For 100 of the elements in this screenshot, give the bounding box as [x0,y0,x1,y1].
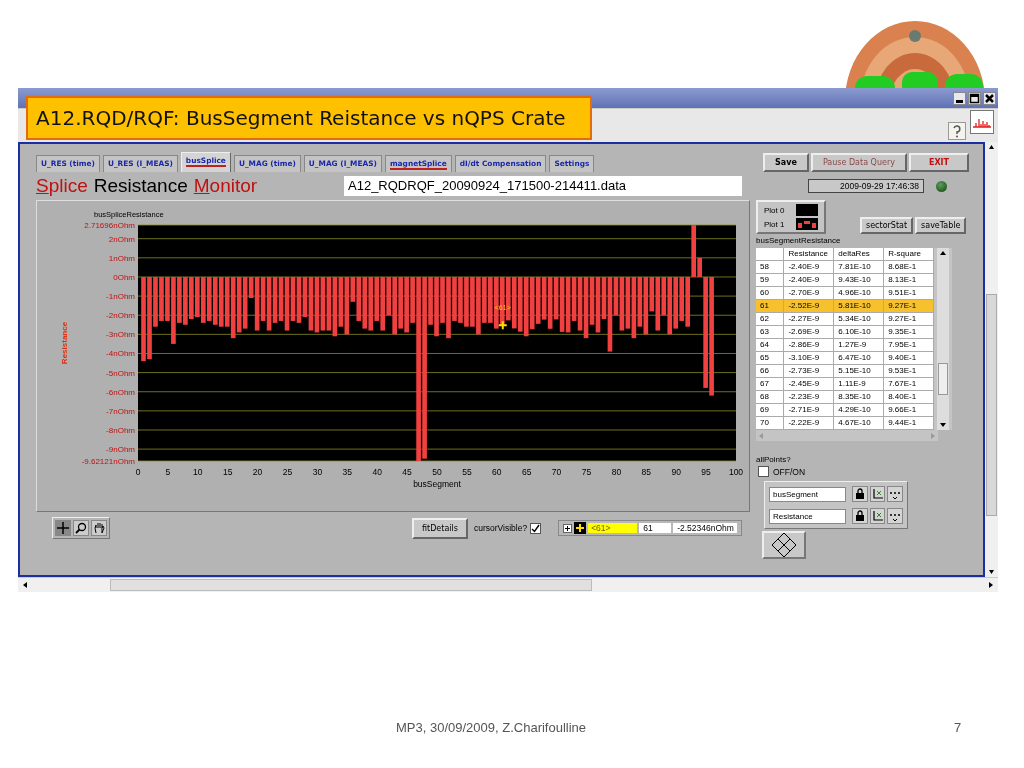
hand-tool[interactable] [91,520,107,536]
help-icon [952,124,962,138]
graph-button[interactable] [970,110,994,134]
table-cell: 7.67E-1 [884,378,934,390]
tick-label: 2.71696nOhm [84,221,135,230]
cursor-y-value: -2.52346nOhm [673,523,738,533]
tick-label: 55 [462,467,472,477]
slide-footer: MP3, 30/09/2009, Z.Charifoulline [396,720,587,735]
table-title: busSegmentResistance [756,236,842,245]
header-cell: deltaRes [834,248,885,260]
tick-label: -7nOhm [106,406,135,416]
table-cell: 9.66E-1 [884,404,934,416]
help-button[interactable] [948,122,966,140]
panel-title: Resistance [93,175,188,197]
crosshair-tool[interactable] [55,520,71,536]
close-icon[interactable] [983,91,996,105]
axis-label: Resistance [60,321,69,365]
tick-label: 70 [551,467,562,477]
table-cell: 62 [756,313,785,325]
format-icon[interactable] [887,486,903,502]
cursor-icon[interactable] [574,522,587,534]
table-cell: 70 [756,417,785,429]
header-cell: Resistance [784,248,835,260]
scroll-thumb[interactable] [938,363,948,395]
fit-details-button[interactable]: fitDetails [412,517,468,539]
minimize-icon[interactable] [953,91,966,105]
tick-label: 65 [521,467,532,477]
tick-label: 10 [193,467,203,477]
axis-scale-icon[interactable] [869,486,886,502]
table-cell: 9.27E-1 [884,313,934,325]
checkbox[interactable] [530,522,542,534]
table-cell: 1.11E-9 [834,378,885,390]
scroll-thumb[interactable] [110,579,592,591]
tick-label: 60 [492,467,502,477]
lock-icon[interactable] [852,508,868,524]
table-button[interactable]: sectorStat [860,217,914,234]
tick-label: -8nOhm [106,426,135,435]
expand-icon[interactable] [563,523,573,533]
table-cell: 4.96E-10 [834,287,885,299]
checkbox[interactable] [758,466,769,477]
table-cell: 69 [756,404,785,416]
table-row[interactable]: 58 -2.40E-9 7.81E-10 8.68E-1 [756,261,934,274]
table-button[interactable]: saveTable [915,217,967,234]
tick-label: -9.62121nOhm [81,457,135,466]
lock-icon[interactable] [852,486,868,502]
table-cell: 4.67E-10 [834,417,885,429]
scrollbar[interactable] [937,248,949,430]
tick-label: -1nOhm [106,292,135,302]
table-cell: 9.43E-10 [834,274,885,286]
timestamp-field: 2009-09-29 17:46:38 [808,179,924,193]
pan-button[interactable] [762,531,806,559]
table-cell: -2.23E-9 [784,391,835,403]
table-cell: 61 [756,300,785,312]
table-cell: -2.86E-9 [784,339,835,351]
scrollbar[interactable] [18,577,998,592]
table-cell: 9.51E-1 [884,287,934,299]
table-row[interactable]: 68 -2.23E-9 8.35E-10 8.40E-1 [756,391,934,404]
tick-label: -5nOhm [106,368,135,378]
table-row[interactable]: 69 -2.71E-9 4.29E-10 9.66E-1 [756,404,934,417]
table-row[interactable]: 64 -2.86E-9 1.27E-9 7.95E-1 [756,339,934,352]
table-row[interactable]: 63 -2.69E-9 6.10E-10 9.35E-1 [756,326,934,339]
scrollbar[interactable] [985,142,998,577]
table-cell: 9.53E-1 [884,365,934,377]
table-cell: 67 [756,378,785,390]
tick-label: 75 [581,467,592,477]
exit-button[interactable]: EXIT [908,153,969,172]
panel-button[interactable]: Save [763,153,809,172]
table-cell: 66 [756,365,785,377]
axis-scale-icon[interactable] [869,508,886,524]
table-cell: -2.69E-9 [784,326,835,338]
table-cell: 9.35E-1 [884,326,934,338]
table-row[interactable]: 62 -2.27E-9 5.34E-10 9.27E-1 [756,313,934,326]
table-cell: 6.10E-10 [834,326,885,338]
input-field[interactable]: Resistance [769,508,847,524]
table-row[interactable]: 65 -3.10E-9 6.47E-10 9.40E-1 [756,352,934,365]
tick-label: -6nOhm [106,387,135,397]
format-icon[interactable] [887,508,903,524]
table-cell: 6.47E-10 [834,352,885,364]
panel-title: Splice [36,175,88,197]
table-row[interactable]: 59 -2.40E-9 9.43E-10 8.13E-1 [756,274,934,287]
table-cell: -2.52E-9 [784,300,835,312]
table-row[interactable]: 61 -2.52E-9 5.81E-10 9.27E-1 [756,300,934,313]
table-cell: 8.35E-10 [834,391,885,403]
maximize-icon[interactable] [968,91,981,105]
table-cell: 5.34E-10 [834,313,885,325]
scroll-thumb[interactable] [986,293,997,516]
cursor-icon[interactable] [497,320,508,331]
table-cell: 65 [756,352,785,364]
input-field[interactable]: busSegment [769,486,847,502]
table-row[interactable]: 67 -2.45E-9 1.11E-9 7.67E-1 [756,378,934,391]
scroll-up-icon[interactable] [986,142,997,152]
tick-label: -9nOhm [106,445,135,455]
file-field[interactable]: A12_RQDRQF_20090924_171500-214411.data [344,176,742,196]
table-cell: -3.10E-9 [784,352,835,364]
zoom-tool[interactable] [73,520,89,536]
tick-label: 5 [165,467,171,477]
tick-label: 0Ohm [113,272,135,282]
legend-label: Plot 0 [764,205,786,215]
table-row[interactable]: 66 -2.73E-9 5.15E-10 9.53E-1 [756,365,934,378]
table-cell: -2.73E-9 [784,365,835,377]
